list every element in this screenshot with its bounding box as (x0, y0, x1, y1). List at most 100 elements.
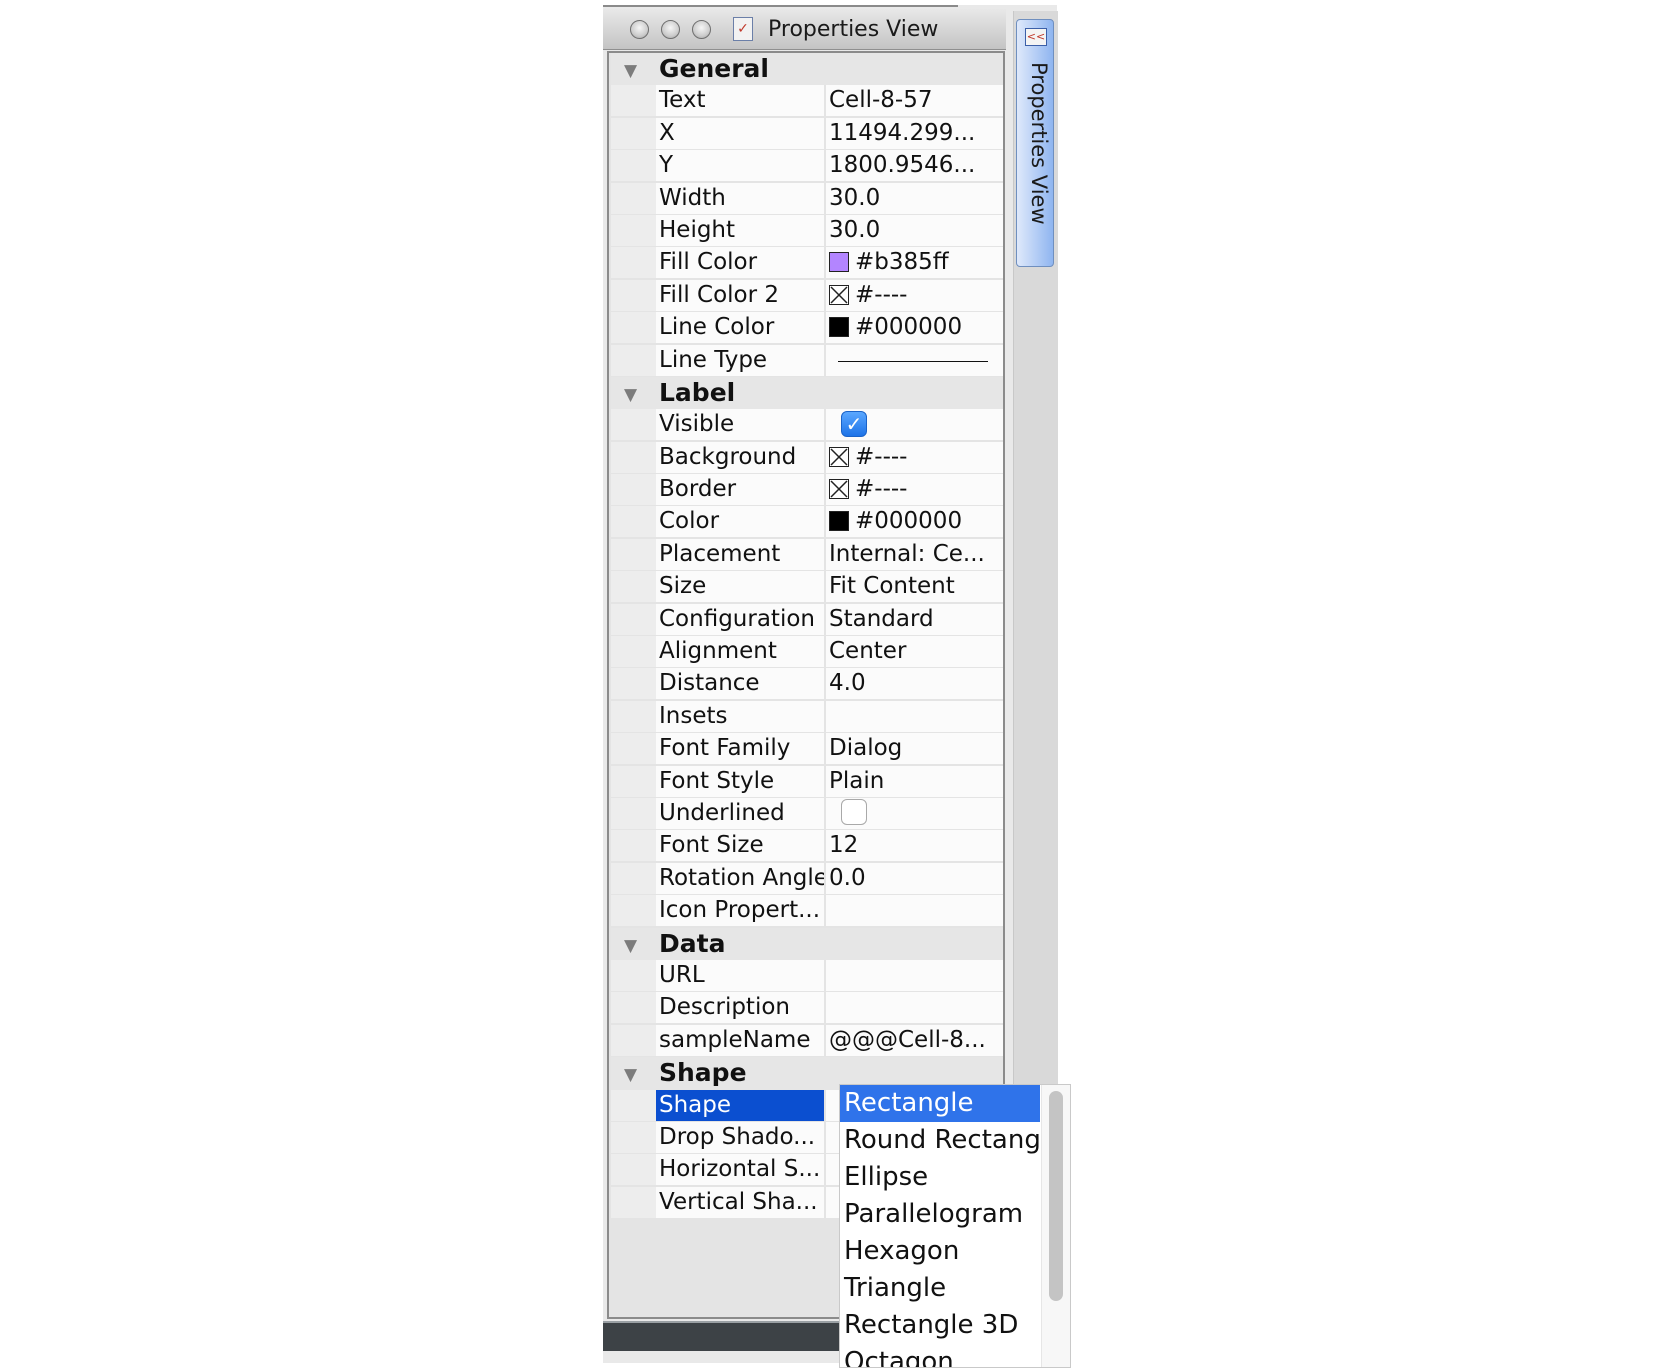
property-name: X (656, 117, 824, 149)
expand-triangle-icon[interactable]: ▼ (624, 936, 637, 956)
color-hex-text: #000000 (855, 508, 963, 535)
property-name: Rotation Angle (656, 862, 824, 894)
property-value[interactable]: #000000 (826, 506, 1003, 538)
zoom-window-button[interactable] (692, 20, 711, 39)
property-row-border[interactable]: Border #---- (611, 474, 1003, 506)
property-row-y[interactable]: Y 1800.9546... (611, 150, 1003, 182)
property-name: Height (656, 214, 824, 246)
shape-option-hexagon[interactable]: Hexagon (840, 1233, 1040, 1270)
minimize-window-button[interactable] (661, 20, 680, 39)
shape-option-rectangle-3d[interactable]: Rectangle 3D (840, 1307, 1040, 1344)
shape-dropdown-list[interactable]: RectangleRound RectangleEllipseParallelo… (839, 1084, 1071, 1368)
property-value[interactable] (826, 797, 1003, 829)
property-value[interactable]: 4.0 (826, 668, 1003, 700)
property-value[interactable] (826, 992, 1003, 1024)
title-bar[interactable]: ✓ Properties View (603, 9, 1006, 50)
property-row-samplename[interactable]: sampleName @@@Cell-8... (611, 1024, 1003, 1057)
checkbox-unchecked[interactable] (841, 799, 867, 826)
checkbox-checked[interactable]: ✓ (841, 410, 867, 437)
property-row-height[interactable]: Height 30.0 (611, 214, 1003, 247)
section-header-label[interactable]: ▼ Label (611, 376, 1003, 410)
color-hex-text: #b385ff (855, 249, 949, 276)
property-row-text[interactable]: Text Cell-8-57 (611, 85, 1003, 117)
property-row-description[interactable]: Description (611, 992, 1003, 1024)
property-value[interactable]: #---- (826, 279, 1003, 311)
property-row-distance[interactable]: Distance 4.0 (611, 668, 1003, 700)
property-value[interactable]: Plain (826, 765, 1003, 797)
shape-option-rectangle[interactable]: Rectangle (840, 1085, 1040, 1122)
color-swatch-icon (829, 511, 849, 532)
property-value[interactable]: #---- (826, 441, 1003, 473)
row-gutter (611, 862, 656, 894)
property-value[interactable]: Dialog (826, 733, 1003, 765)
section-header-data[interactable]: ▼ Data (611, 927, 1003, 960)
property-name: Line Color (656, 312, 824, 344)
property-row-icon-propert[interactable]: Icon Propert... (611, 895, 1003, 927)
property-value[interactable]: 1800.9546... (826, 150, 1003, 182)
property-value[interactable]: 30.0 (826, 182, 1003, 214)
row-gutter (611, 506, 656, 538)
property-value[interactable]: #---- (826, 474, 1003, 506)
expand-triangle-icon[interactable]: ▼ (624, 1065, 637, 1085)
row-gutter (611, 636, 656, 668)
property-value[interactable]: Standard (826, 603, 1003, 635)
property-row-line-type[interactable]: Line Type (611, 344, 1003, 377)
property-row-line-color[interactable]: Line Color #000000 (611, 312, 1003, 344)
property-row-fill-color-2[interactable]: Fill Color 2 #---- (611, 279, 1003, 312)
property-name: Font Family (656, 733, 824, 765)
property-row-fill-color[interactable]: Fill Color #b385ff (611, 247, 1003, 279)
row-gutter (611, 312, 656, 344)
property-row-rotation-angle[interactable]: Rotation Angle 0.0 (611, 862, 1003, 895)
property-value[interactable]: 11494.299... (826, 117, 1003, 149)
property-row-background[interactable]: Background #---- (611, 441, 1003, 474)
property-row-font-style[interactable]: Font Style Plain (611, 765, 1003, 798)
property-value[interactable]: Fit Content (826, 571, 1003, 603)
property-value[interactable]: 30.0 (826, 214, 1003, 246)
property-value[interactable]: 0.0 (826, 862, 1003, 894)
property-name: Border (656, 474, 824, 506)
property-row-width[interactable]: Width 30.0 (611, 182, 1003, 215)
shape-option-round-rectangle[interactable]: Round Rectangle (840, 1122, 1040, 1159)
property-row-underlined[interactable]: Underlined (611, 797, 1003, 830)
property-row-size[interactable]: Size Fit Content (611, 571, 1003, 603)
dropdown-scroll-thumb[interactable] (1049, 1091, 1063, 1301)
shape-option-octagon[interactable]: Octagon (840, 1344, 1040, 1367)
property-value[interactable]: #b385ff (826, 247, 1003, 279)
property-value[interactable] (826, 344, 1003, 376)
property-value[interactable]: @@@Cell-8... (826, 1024, 1003, 1056)
properties-view-side-tab[interactable]: << Properties View (1016, 19, 1054, 267)
properties-tab-icon: << (1025, 28, 1047, 46)
property-row-font-family[interactable]: Font Family Dialog (611, 733, 1003, 765)
property-value[interactable] (826, 700, 1003, 732)
color-swatch-icon (829, 252, 849, 273)
close-window-button[interactable] (630, 20, 649, 39)
property-row-insets[interactable]: Insets (611, 700, 1003, 733)
property-value[interactable]: Cell-8-57 (826, 85, 1003, 117)
property-value[interactable]: ✓ (826, 409, 1003, 441)
expand-triangle-icon[interactable]: ▼ (624, 61, 637, 81)
property-value[interactable]: Center (826, 636, 1003, 668)
property-row-font-size[interactable]: Font Size 12 (611, 830, 1003, 862)
property-name: Configuration (656, 603, 824, 635)
shape-option-parallelogram[interactable]: Parallelogram (840, 1196, 1040, 1233)
row-gutter (611, 474, 656, 506)
property-value[interactable]: Internal: Ce... (826, 538, 1003, 570)
section-header-general[interactable]: ▼ General (611, 53, 1003, 86)
property-row-visible[interactable]: Visible ✓ (611, 409, 1003, 441)
property-row-url[interactable]: URL (611, 959, 1003, 992)
shape-option-ellipse[interactable]: Ellipse (840, 1159, 1040, 1196)
property-row-x[interactable]: X 11494.299... (611, 117, 1003, 150)
property-value[interactable] (826, 895, 1003, 927)
property-value[interactable] (826, 959, 1003, 991)
property-value[interactable]: 12 (826, 830, 1003, 862)
property-row-configuration[interactable]: Configuration Standard (611, 603, 1003, 636)
shape-option-triangle[interactable]: Triangle (840, 1270, 1040, 1307)
dropdown-scroll-track[interactable] (1041, 1085, 1070, 1367)
property-row-alignment[interactable]: Alignment Center (611, 636, 1003, 668)
property-name: Y (656, 150, 824, 182)
property-row-color[interactable]: Color #000000 (611, 506, 1003, 538)
property-value[interactable]: #000000 (826, 312, 1003, 344)
property-row-placement[interactable]: Placement Internal: Ce... (611, 538, 1003, 571)
expand-triangle-icon[interactable]: ▼ (624, 385, 637, 405)
color-swatch-icon (829, 317, 849, 338)
